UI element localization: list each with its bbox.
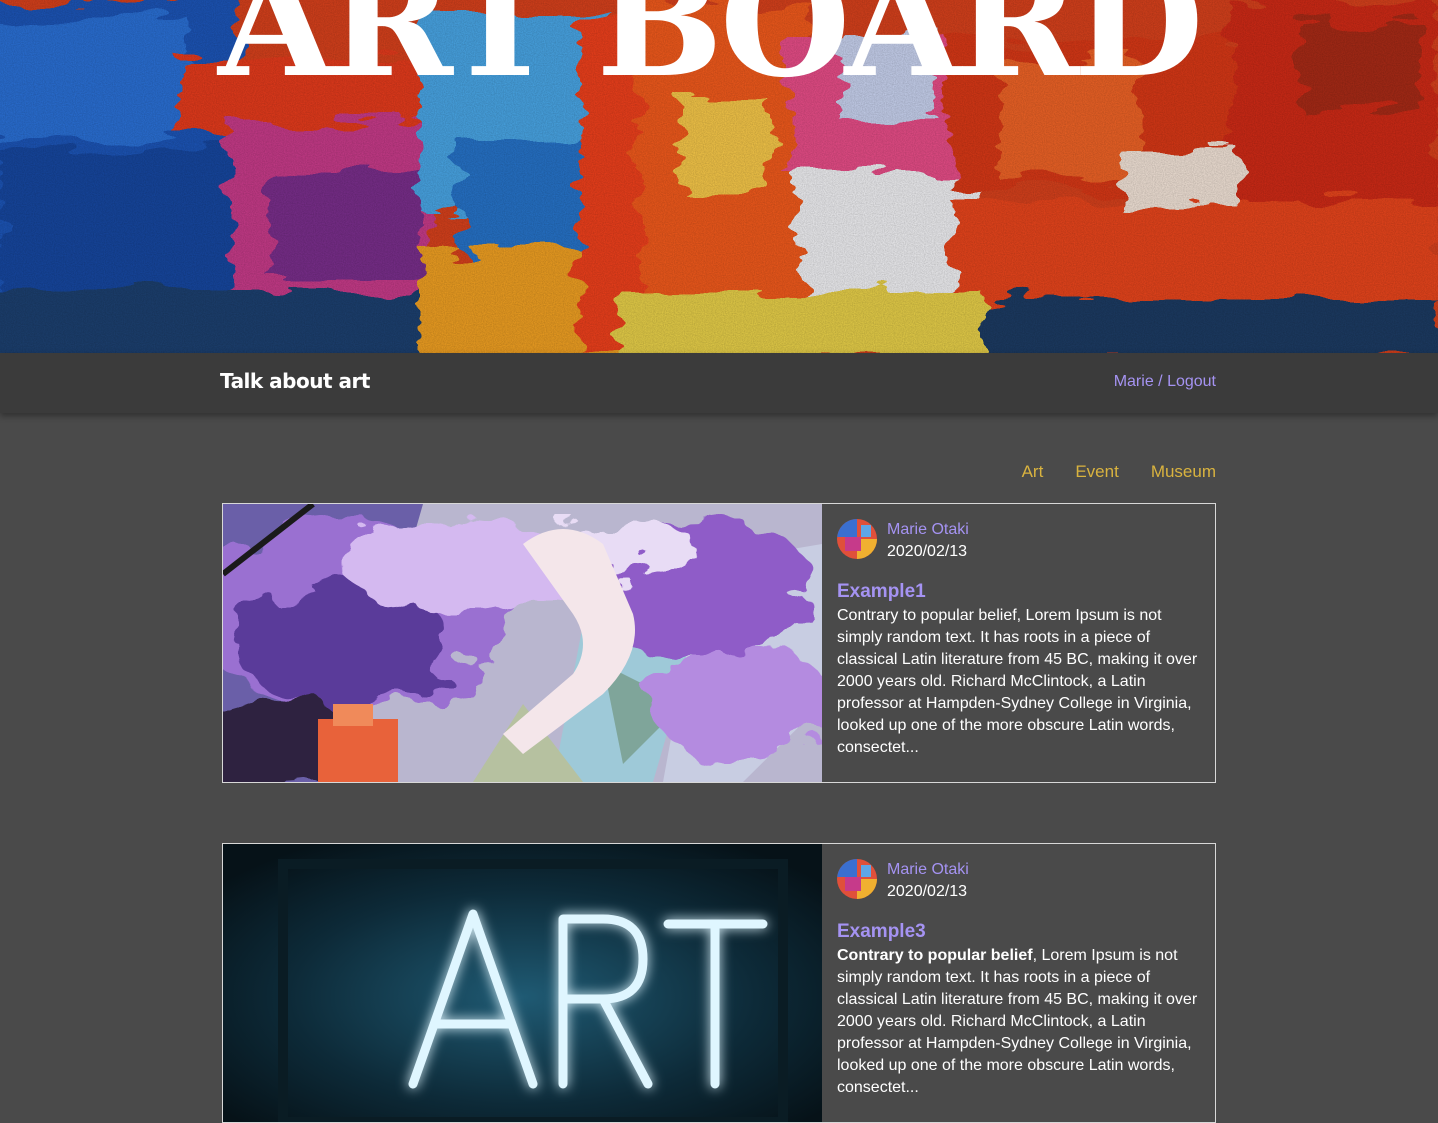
post-excerpt: Contrary to popular belief, Lorem Ipsum … [837,945,1205,1099]
site-title: ART BOARD [218,0,1204,111]
neon-art-sign-image [223,844,822,1122]
user-menu: Marie / Logout [1114,373,1216,391]
excerpt-text: , Lorem Ipsum is not simply random text.… [837,947,1198,1096]
mural-image [223,504,822,782]
logout-link[interactable]: Logout [1167,373,1216,390]
post-title-link[interactable]: Example1 [837,581,926,603]
author-avatar[interactable] [837,519,877,559]
author-avatar[interactable] [837,859,877,899]
post-image[interactable] [223,844,822,1122]
author-name-link[interactable]: Marie Otaki [887,521,969,539]
author-name-link[interactable]: Marie Otaki [887,861,969,879]
post-date: 2020/02/13 [887,883,968,900]
hero-banner: ART BOARD [0,0,1438,353]
user-menu-separator: / [1153,373,1168,390]
brand-link[interactable]: Talk about art [220,369,370,393]
user-name-link[interactable]: Marie [1114,373,1154,390]
post-title-link[interactable]: Example3 [837,921,926,943]
category-art-link[interactable]: Art [1022,462,1044,482]
post-card[interactable]: Marie Otaki 2020/02/13 Example1 Contrary… [222,503,1216,783]
post-card[interactable]: Marie Otaki 2020/02/13 Example3 Contrary… [222,843,1216,1123]
category-event-link[interactable]: Event [1075,462,1118,482]
post-excerpt: Contrary to popular belief, Lorem Ipsum … [837,605,1205,759]
category-menu: Art Event Museum [1022,462,1216,482]
top-navbar: Talk about art Marie / Logout [0,353,1438,413]
excerpt-text: Contrary to popular belief, Lorem Ipsum … [837,607,1198,756]
excerpt-bold: Contrary to popular belief [837,947,1033,964]
post-image[interactable] [223,504,822,782]
category-museum-link[interactable]: Museum [1151,462,1216,482]
post-date: 2020/02/13 [887,543,968,560]
